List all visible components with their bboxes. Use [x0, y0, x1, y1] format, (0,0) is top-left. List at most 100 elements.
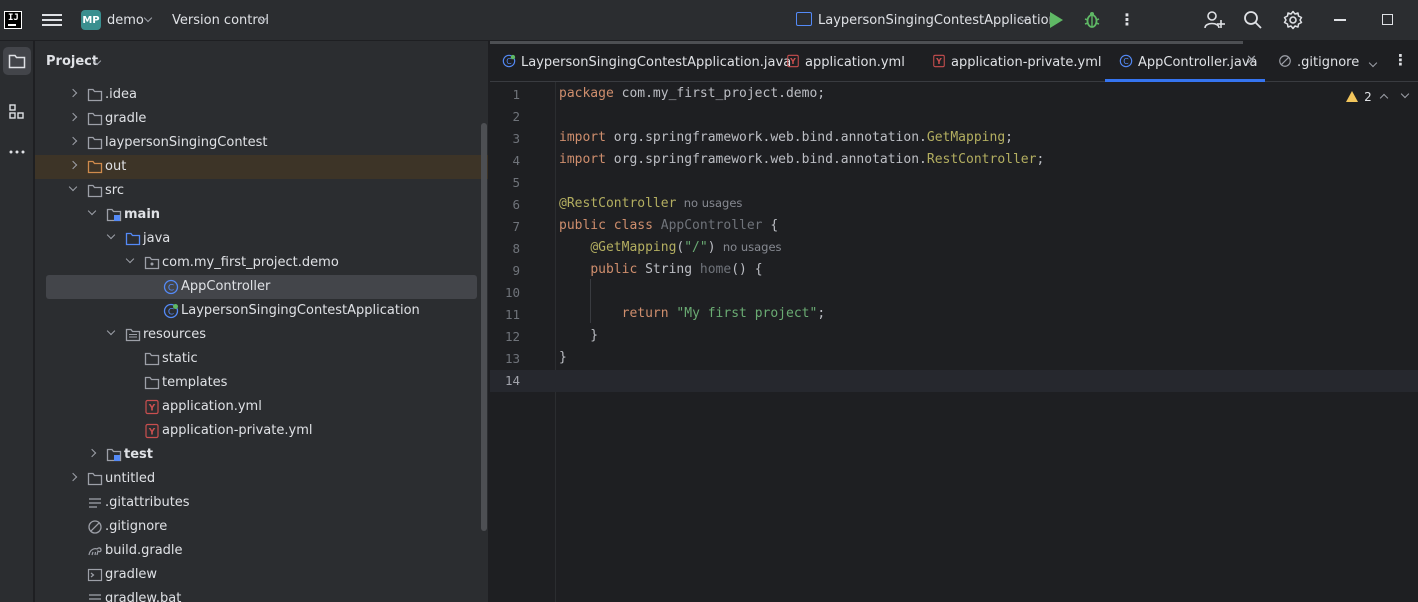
tree-item[interactable]: java [35, 227, 488, 251]
more-options-icon[interactable]: ⋮ [1119, 11, 1135, 31]
chevron-down-icon[interactable] [143, 13, 153, 23]
code-token: package [559, 86, 622, 101]
code-line[interactable]: 8 @GetMapping("/") no usages [490, 238, 1418, 260]
code-line[interactable]: 5 [490, 172, 1418, 194]
more-tools-icon[interactable] [3, 138, 31, 166]
project-tree-scrollbar[interactable] [481, 123, 487, 531]
tree-item[interactable]: out [35, 155, 488, 179]
tree-item[interactable]: gradlew [35, 563, 488, 587]
folder-icon [87, 87, 103, 103]
tree-item[interactable]: Yapplication-private.yml [35, 419, 488, 443]
close-tab-icon[interactable]: ✕ [1246, 53, 1257, 68]
chevron-right-icon[interactable] [68, 472, 78, 482]
tree-item[interactable]: build.gradle [35, 539, 488, 563]
project-name[interactable]: demo [107, 13, 144, 28]
tree-item-label: src [105, 183, 124, 198]
chevron-right-icon[interactable] [87, 448, 97, 458]
code-token: "My first project" [676, 306, 818, 321]
tree-item[interactable]: .gitignore [35, 515, 488, 539]
maximize-window-icon[interactable] [1382, 14, 1393, 25]
inspection-widget[interactable]: 2 [1346, 89, 1372, 105]
code-line[interactable]: 9 public String home() { [490, 260, 1418, 282]
chevron-right-icon[interactable] [68, 112, 78, 122]
debug-icon[interactable] [1083, 10, 1101, 30]
project-badge[interactable]: MP [81, 10, 101, 30]
tree-item[interactable]: static [35, 347, 488, 371]
tree-item[interactable]: C LaypersonSingingContestApplication [35, 299, 488, 323]
folder-icon [87, 183, 103, 199]
code-token: ; [817, 306, 826, 321]
code-line[interactable]: 3 import org.springframework.web.bind.ann… [490, 128, 1418, 150]
minimize-window-icon[interactable] [1334, 19, 1346, 21]
search-icon[interactable] [1243, 10, 1263, 30]
chevron-right-icon[interactable] [68, 88, 78, 98]
tree-item[interactable]: untitled [35, 467, 488, 491]
tree-item-label: untitled [105, 471, 156, 486]
chevron-down-icon[interactable] [125, 254, 135, 264]
line-number: 1 [512, 87, 520, 102]
project-panel-title[interactable]: Project [46, 54, 98, 69]
chevron-down-icon[interactable] [106, 326, 116, 336]
code-token: ) [707, 240, 716, 255]
editor-pane: C LaypersonSingingContestApplication.java… [490, 41, 1418, 602]
code-line[interactable]: 7 public class AppController { [490, 216, 1418, 238]
editor-more-options-icon[interactable]: ⋮ [1393, 51, 1408, 69]
code-text: import org.springframework.web.bind.anno… [559, 130, 1013, 145]
tree-item[interactable]: .gitattributes [35, 491, 488, 515]
tree-item[interactable]: test [35, 443, 488, 467]
editor-tab[interactable]: C AppController.java ✕ [1105, 41, 1265, 82]
tree-item[interactable]: com.my_first_project.demo [35, 251, 488, 275]
tree-item-label: gradlew.bat [105, 591, 182, 602]
code-line[interactable]: 4 import org.springframework.web.bind.ann… [490, 150, 1418, 172]
tree-item[interactable]: Yapplication.yml [35, 395, 488, 419]
code-line[interactable]: 6 @RestController no usages [490, 194, 1418, 216]
code-area[interactable]: 1 package com.my_first_project.demo; 2 3 imp… [490, 82, 1418, 602]
tree-item[interactable]: resources [35, 323, 488, 347]
yml-file-icon: Y [144, 423, 160, 439]
code-token: ; [1036, 152, 1045, 167]
tree-item[interactable]: src [35, 179, 488, 203]
line-number: 5 [512, 175, 520, 190]
tree-item[interactable]: templates [35, 371, 488, 395]
tree-item-label: templates [162, 375, 228, 390]
code-with-me-icon[interactable] [1203, 10, 1225, 30]
settings-gear-icon[interactable] [1283, 10, 1303, 30]
structure-tool-icon[interactable] [3, 98, 31, 126]
code-token: GetMapping [926, 130, 1006, 145]
excluded-folder-icon [87, 159, 103, 175]
chevron-right-icon[interactable] [68, 136, 78, 146]
editor-tab[interactable]: Yapplication-private.yml [930, 41, 1101, 82]
code-token: () { [731, 262, 763, 277]
main-menu-icon[interactable] [42, 11, 62, 29]
editor-tab[interactable]: C LaypersonSingingContestApplication.java [500, 41, 791, 82]
code-line[interactable]: 1 package com.my_first_project.demo; [490, 84, 1418, 106]
tree-item-label: application-private.yml [162, 423, 313, 438]
yml-icon: Y [932, 54, 946, 68]
tree-item[interactable]: laypersonSingingContest [35, 131, 488, 155]
tree-item[interactable]: gradlew.bat [35, 587, 488, 602]
code-line[interactable]: 12 } [490, 326, 1418, 348]
tree-item[interactable]: C AppController [35, 275, 488, 299]
code-line[interactable]: 14 [490, 370, 1418, 392]
chevron-down-icon[interactable] [87, 206, 97, 216]
tree-item-label: .idea [105, 87, 137, 102]
tab-list-chevron-icon[interactable] [1368, 55, 1378, 70]
run-icon[interactable] [1050, 12, 1063, 28]
indent-guide [590, 279, 591, 323]
editor-tab[interactable]: Yapplication.yml [784, 41, 924, 82]
chevron-down-icon[interactable] [106, 230, 116, 240]
tree-item[interactable]: main [35, 203, 488, 227]
version-control-menu[interactable]: Version control [172, 13, 269, 28]
app-logo-icon: IJ [4, 11, 22, 29]
chevron-right-icon[interactable] [68, 160, 78, 170]
code-line[interactable]: 13} [490, 348, 1418, 370]
project-tool-icon[interactable] [3, 47, 31, 75]
tree-item[interactable]: .idea [35, 83, 488, 107]
code-line[interactable]: 10 [490, 282, 1418, 304]
tree-item[interactable]: gradle [35, 107, 488, 131]
code-line[interactable]: 11 return "My first project"; [490, 304, 1418, 326]
code-line[interactable]: 2 [490, 106, 1418, 128]
editor-tab[interactable]: .gitignore [1276, 41, 1366, 82]
chevron-down-icon[interactable] [68, 182, 78, 192]
